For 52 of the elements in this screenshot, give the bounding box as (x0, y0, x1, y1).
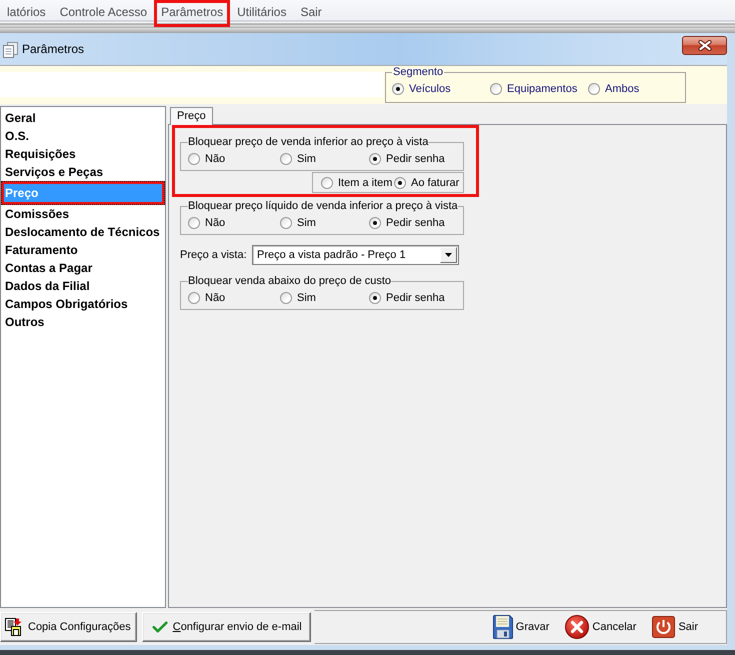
group-title: Bloquear preço de venda inferior ao preço à vista (188, 136, 428, 149)
sidebar-item[interactable]: Campos Obrigatórios (1, 295, 165, 313)
sidebar-item[interactable]: Serviços e Peças (1, 163, 165, 181)
sidebar-item[interactable]: Comissões (1, 205, 165, 223)
menu-item[interactable]: Utilitários (230, 0, 294, 27)
email-settings-button[interactable]: Configurar envio de e-mail (142, 612, 311, 642)
power-icon (652, 616, 676, 638)
document-icon (3, 42, 18, 58)
field-label: Preço a vista: (180, 249, 248, 261)
radio-option[interactable]: Item a item (321, 176, 394, 190)
sidebar-item[interactable]: Outros (1, 313, 165, 331)
radio-option[interactable]: Pedir senha (369, 216, 463, 230)
radio-option[interactable]: Pedir senha (369, 291, 463, 305)
sidebar-item[interactable]: Contas a Pagar (1, 259, 165, 277)
close-icon (698, 40, 712, 51)
dropdown-field[interactable]: Preço a vista padrão - Preço 1 (252, 245, 459, 265)
radio-option[interactable]: Não (188, 152, 280, 166)
menu-item[interactable]: Sair (293, 0, 329, 27)
radio-option[interactable]: Não (188, 216, 280, 230)
radio-option[interactable]: Pedir senha (369, 152, 463, 166)
sidebar-item[interactable]: Dados da Filial (1, 277, 165, 295)
radio-option[interactable]: Não (188, 291, 280, 305)
exit-button[interactable]: Sair (652, 616, 698, 638)
menu-item[interactable]: Parâmetros (154, 0, 230, 27)
radio-option[interactable]: Ambos (588, 82, 685, 96)
group-title: Bloquear preço líquido de venda inferior a preço à vista (188, 200, 458, 213)
sidebar-item[interactable]: Requisições (1, 145, 165, 163)
group-title: Bloquear venda abaixo do preço de custo (188, 275, 392, 288)
radio-option[interactable]: Sim (280, 291, 369, 305)
dropdown-button[interactable] (440, 247, 457, 263)
sidebar-item[interactable]: Deslocamento de Técnicos (1, 223, 165, 241)
close-button[interactable] (682, 36, 727, 55)
checkmark-icon (152, 621, 168, 633)
radio-option[interactable]: Sim (280, 152, 369, 166)
radio-option[interactable]: Veículos (392, 82, 490, 96)
menu-item[interactable]: latórios (0, 0, 53, 27)
radio-option[interactable]: Equipamentos (490, 82, 588, 96)
save-button[interactable]: Gravar (492, 615, 550, 639)
sidebar-item[interactable]: Faturamento (1, 241, 165, 259)
sidebar-item[interactable]: O.S. (1, 127, 165, 145)
caret-icon (445, 253, 452, 257)
copy-documents-icon (5, 618, 23, 636)
radio-option[interactable]: Ao faturar (394, 176, 463, 190)
window-title: Parâmetros (22, 42, 84, 57)
cancel-button[interactable]: Cancelar (565, 615, 636, 639)
tab[interactable]: Preço (170, 107, 213, 125)
sidebar-item[interactable]: Geral (1, 109, 165, 127)
menu-item[interactable]: Controle Acesso (52, 0, 154, 27)
cancel-icon (565, 615, 590, 639)
radio-option[interactable]: Sim (280, 216, 369, 230)
copy-settings-button[interactable]: Copia Configurações (0, 612, 137, 642)
group-title: Segmento (392, 66, 444, 78)
